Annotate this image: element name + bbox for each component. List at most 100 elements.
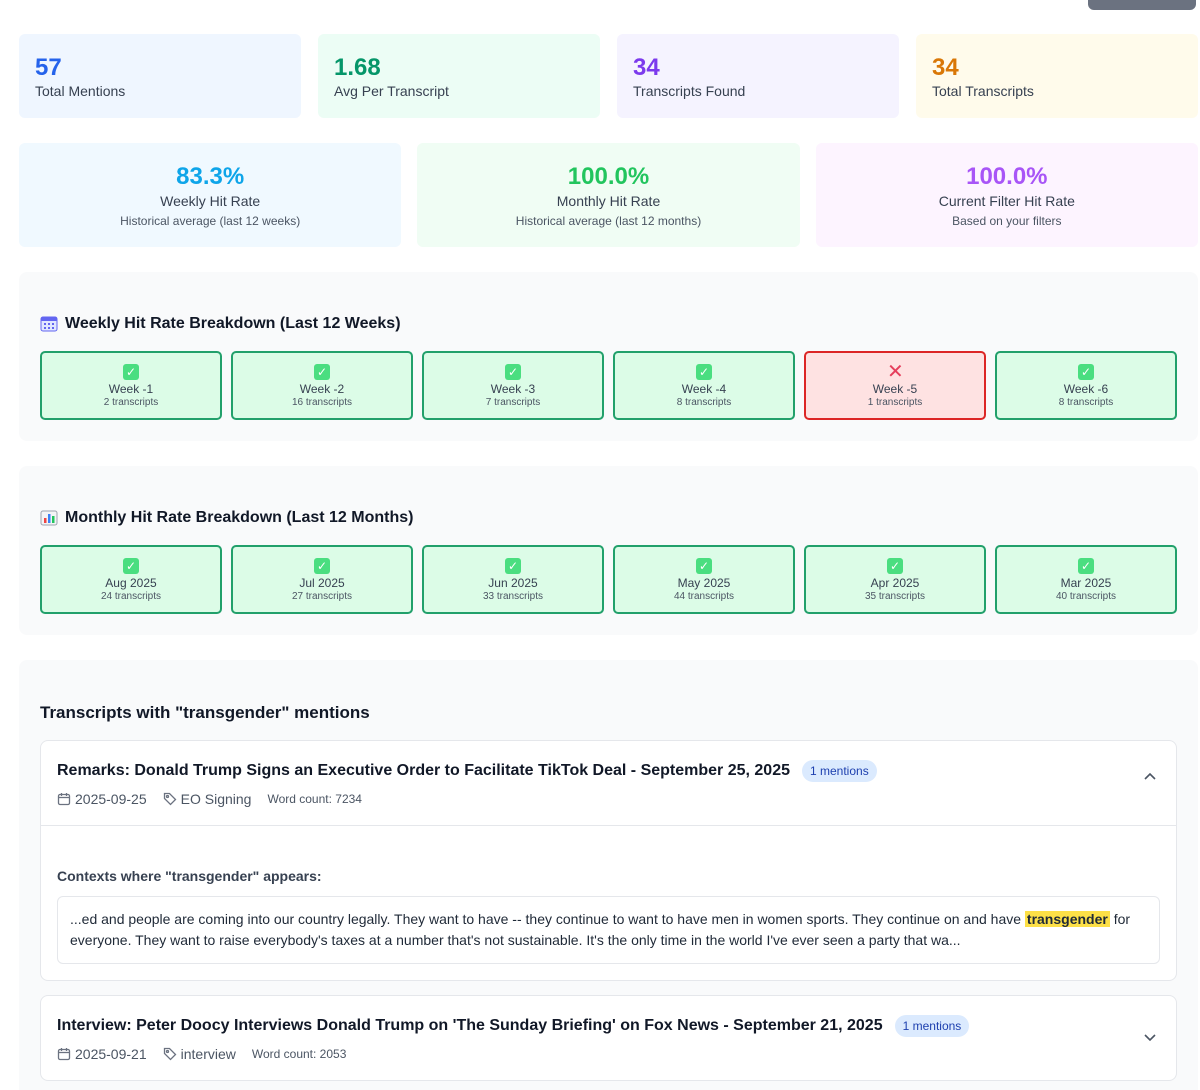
check-icon: ✓ [314, 558, 330, 574]
cell-transcript-count: 8 transcripts [676, 397, 732, 408]
rate-subtitle: Historical average (last 12 months) [515, 214, 702, 228]
weekly-cell: ✓ Week -1 2 transcripts [40, 351, 222, 420]
cell-label: Week -6 [1063, 382, 1109, 396]
context-snippet: ...ed and people are coming into our cou… [57, 896, 1160, 964]
transcript-card[interactable]: Interview: Peter Doocy Interviews Donald… [40, 995, 1177, 1081]
transcript-meta: 2025-09-25 EO Signing Word count: 7234 [57, 791, 362, 807]
stat-card-total-mentions: 57 Total Mentions [19, 34, 301, 118]
weekly-cell: ✕ Week -5 1 transcripts [804, 351, 986, 420]
transcript-title-row: Remarks: Donald Trump Signs an Executive… [57, 760, 877, 782]
weekly-hit-rate-card: 83.3% Weekly Hit Rate Historical average… [19, 143, 402, 247]
rate-value: 83.3% [176, 163, 245, 190]
cell-transcript-count: 8 transcripts [1058, 397, 1114, 408]
monthly-grid: ✓ Aug 2025 24 transcripts ✓ Jul 2025 27 trans… [40, 545, 1177, 614]
stat-card-transcripts-found: 34 Transcripts Found [617, 34, 899, 118]
tag-meta: interview [163, 1046, 236, 1062]
stat-label: Transcripts Found [633, 83, 746, 99]
cell-transcript-count: 24 transcripts [100, 591, 162, 602]
current-filter-hit-rate-card: 100.0% Current Filter Hit Rate Based on … [815, 143, 1198, 247]
cross-icon: ✕ [887, 361, 904, 383]
weekly-breakdown-title: Weekly Hit Rate Breakdown (Last 12 Weeks… [65, 315, 401, 332]
cell-label: Week -3 [490, 382, 536, 396]
cell-transcript-count: 44 transcripts [673, 591, 735, 602]
transcript-card-header[interactable]: Remarks: Donald Trump Signs an Executive… [41, 741, 1176, 825]
monthly-breakdown-heading: Monthly Hit Rate Breakdown (Last 12 Mont… [40, 509, 413, 527]
stat-value: 34 [633, 54, 660, 81]
rate-value: 100.0% [567, 163, 650, 190]
cell-label: Apr 2025 [870, 576, 920, 590]
contexts-heading: Contexts where "transgender" appears: [57, 868, 322, 884]
cell-label: Week -5 [872, 382, 918, 396]
rate-label: Current Filter Hit Rate [938, 193, 1075, 209]
bar-chart-icon [40, 510, 58, 526]
tag-icon [163, 792, 177, 806]
summary-stats: 57 Total Mentions 1.68 Avg Per Transcrip… [19, 34, 1198, 118]
word-count: Word count: 7234 [267, 792, 362, 806]
weekly-grid: ✓ Week -1 2 transcripts ✓ Week -2 16 transcri… [40, 351, 1177, 420]
check-icon: ✓ [505, 558, 521, 574]
transcript-date: 2025-09-25 [75, 791, 147, 807]
stat-value: 34 [932, 54, 959, 81]
weekly-breakdown-panel: Weekly Hit Rate Breakdown (Last 12 Weeks… [19, 272, 1198, 441]
cell-label: Jul 2025 [299, 576, 345, 590]
stat-value: 1.68 [334, 54, 381, 81]
rate-label: Monthly Hit Rate [556, 193, 661, 209]
rate-label: Weekly Hit Rate [160, 193, 261, 209]
cell-transcript-count: 40 transcripts [1055, 591, 1117, 602]
calendar-icon [40, 316, 58, 332]
monthly-cell: ✓ Aug 2025 24 transcripts [40, 545, 222, 614]
monthly-cell: ✓ Jun 2025 33 transcripts [422, 545, 604, 614]
monthly-breakdown-title: Monthly Hit Rate Breakdown (Last 12 Mont… [65, 509, 414, 526]
check-icon: ✓ [123, 558, 139, 574]
cell-transcript-count: 33 transcripts [482, 591, 544, 602]
transcript-date: 2025-09-21 [75, 1046, 147, 1062]
weekly-cell: ✓ Week -3 7 transcripts [422, 351, 604, 420]
rate-subtitle: Based on your filters [952, 214, 1062, 228]
transcript-tag: EO Signing [180, 791, 252, 807]
check-icon: ✓ [696, 558, 712, 574]
context-before: ...ed and people are coming into our cou… [70, 911, 1025, 927]
check-icon: ✓ [1078, 364, 1094, 380]
chevron-down-icon[interactable] [1142, 1029, 1158, 1045]
date-meta: 2025-09-25 [57, 791, 147, 807]
stat-card-avg-per-transcript: 1.68 Avg Per Transcript [318, 34, 600, 118]
transcripts-panel: Transcripts with "transgender" mentions … [19, 660, 1198, 1090]
stat-label: Total Mentions [35, 83, 126, 99]
calendar-outline-icon [57, 1048, 71, 1061]
cell-label: Mar 2025 [1060, 576, 1112, 590]
monthly-cell: ✓ Jul 2025 27 transcripts [231, 545, 413, 614]
highlighted-term: transgender [1024, 911, 1110, 927]
monthly-hit-rate-card: 100.0% Monthly Hit Rate Historical avera… [417, 143, 800, 247]
cell-transcript-count: 35 transcripts [864, 591, 926, 602]
rate-value: 100.0% [966, 163, 1048, 190]
check-icon: ✓ [314, 364, 330, 380]
transcript-title: Remarks: Donald Trump Signs an Executive… [57, 762, 790, 779]
cell-label: Week -1 [108, 382, 154, 396]
cell-label: Week -2 [299, 382, 345, 396]
weekly-breakdown-heading: Weekly Hit Rate Breakdown (Last 12 Weeks… [40, 315, 401, 333]
monthly-cell: ✓ Mar 2025 40 transcripts [995, 545, 1177, 614]
mentions-badge: 1 mentions [894, 1015, 970, 1037]
check-icon: ✓ [1078, 558, 1094, 574]
transcript-card-header[interactable]: Interview: Peter Doocy Interviews Donald… [41, 996, 1176, 1080]
cell-transcript-count: 7 transcripts [485, 397, 541, 408]
weekly-cell: ✓ Week -4 8 transcripts [613, 351, 795, 420]
chevron-up-icon[interactable] [1142, 769, 1158, 785]
transcript-meta: 2025-09-21 interview Word count: 2053 [57, 1046, 346, 1062]
monthly-breakdown-panel: Monthly Hit Rate Breakdown (Last 12 Mont… [19, 466, 1198, 635]
top-action-button[interactable] [1088, 0, 1196, 10]
transcript-contexts: Contexts where "transgender" appears: ..… [41, 825, 1176, 980]
check-icon: ✓ [123, 364, 139, 380]
cell-transcript-count: 1 transcripts [867, 397, 923, 408]
stat-label: Avg Per Transcript [334, 83, 449, 99]
monthly-cell: ✓ Apr 2025 35 transcripts [804, 545, 986, 614]
transcript-title: Interview: Peter Doocy Interviews Donald… [57, 1017, 883, 1034]
cell-transcript-count: 2 transcripts [103, 397, 159, 408]
transcripts-heading: Transcripts with "transgender" mentions [40, 703, 370, 722]
mentions-badge: 1 mentions [802, 760, 877, 782]
tag-meta: EO Signing [163, 791, 252, 807]
transcript-card[interactable]: Remarks: Donald Trump Signs an Executive… [40, 740, 1177, 981]
cell-label: May 2025 [677, 576, 731, 590]
weekly-cell: ✓ Week -6 8 transcripts [995, 351, 1177, 420]
cell-label: Week -4 [681, 382, 727, 396]
